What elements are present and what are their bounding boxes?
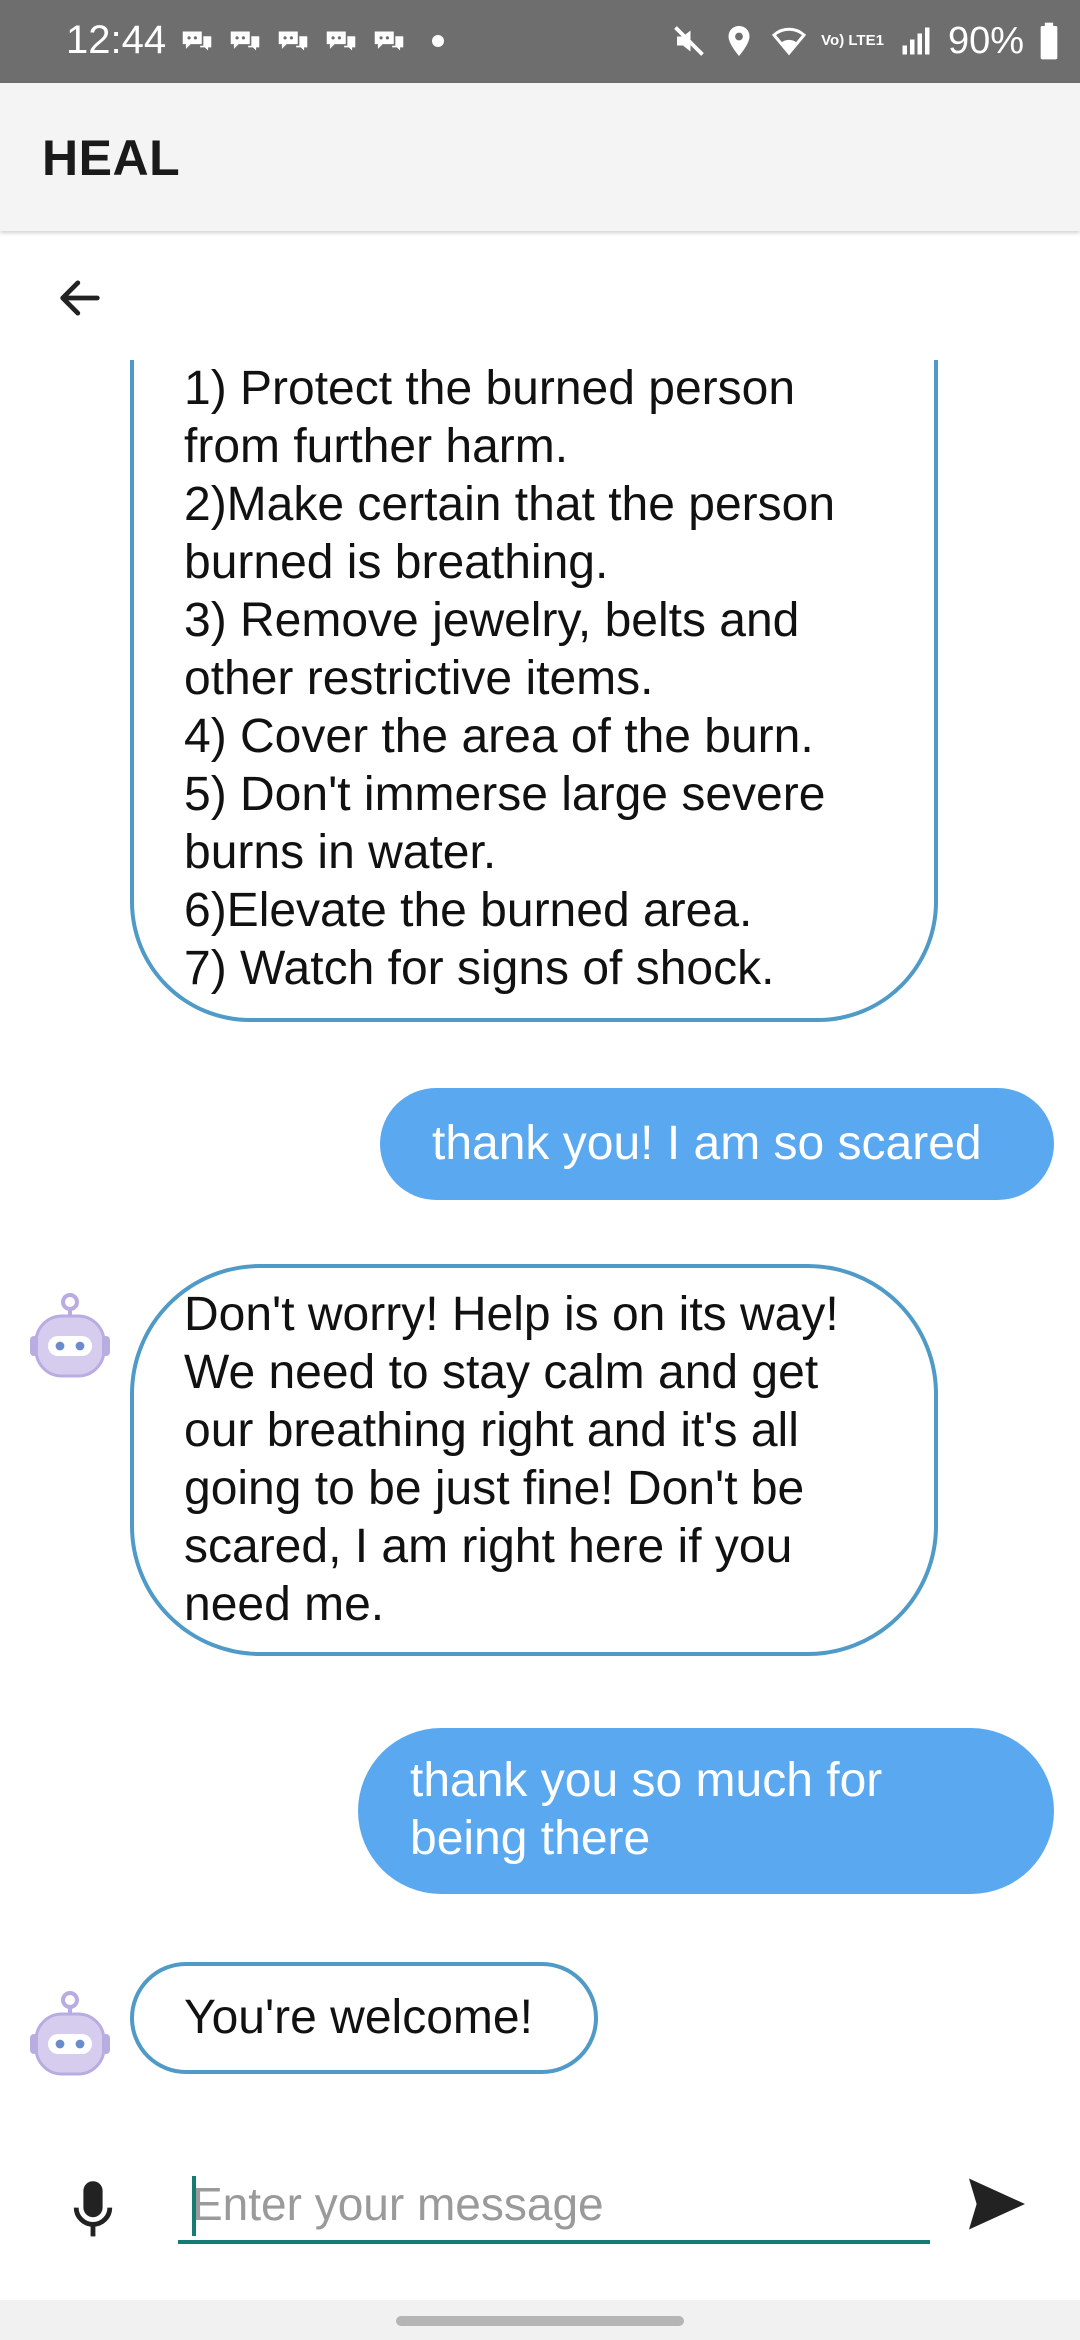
signal-icon	[902, 27, 930, 55]
text-cursor	[192, 2176, 196, 2236]
volte-indicator: Vo) LTE1	[821, 32, 884, 49]
message-line: 7) Watch for signs of shock.	[184, 942, 775, 995]
microphone-icon[interactable]	[64, 2174, 122, 2246]
message-text: You're welcome!	[184, 1991, 533, 2044]
message-text: Don't worry! Help is on its way! We need…	[184, 1288, 839, 1631]
bot-avatar-icon	[30, 1293, 110, 1378]
notification-icons	[178, 22, 444, 60]
chat-notification-icon	[374, 31, 404, 51]
message-text: thank you so much for being there	[410, 1754, 883, 1865]
bot-message-bubble: You're welcome!	[130, 1962, 598, 2074]
message-line: 5) Don't immerse large severe	[184, 768, 826, 821]
back-button[interactable]	[40, 258, 120, 338]
chat-notification-icon	[278, 31, 308, 51]
bot-message-bubble: 1) Protect the burned person from furthe…	[130, 360, 938, 1022]
user-message-bubble: thank you so much for being there	[358, 1728, 1054, 1894]
more-notifications-dot	[432, 35, 444, 47]
wifi-icon	[772, 27, 807, 56]
message-line: 4) Cover the area of the burn.	[184, 710, 814, 763]
message-line: 3) Remove jewelry, belts and	[184, 594, 800, 647]
arrow-left-icon	[60, 280, 100, 316]
message-line: burns in water.	[184, 826, 497, 879]
message-line: other restrictive items.	[184, 652, 654, 705]
user-message-bubble: thank you! I am so scared	[380, 1088, 1054, 1200]
location-icon	[728, 26, 750, 56]
message-text: thank you! I am so scared	[432, 1117, 982, 1170]
message-line: burned is breathing.	[184, 536, 609, 589]
chat-notification-icon	[230, 31, 260, 51]
message-line: from further harm.	[184, 420, 569, 473]
message-line: 1) Protect the burned person	[184, 362, 796, 415]
chat-notification-icon	[182, 31, 212, 51]
app-title: HEAL	[42, 130, 181, 186]
message-composer	[0, 2140, 1080, 2300]
app-bar: HEAL	[0, 83, 1080, 231]
bot-message-bubble: Don't worry! Help is on its way! We need…	[130, 1264, 938, 1656]
system-nav-bar	[0, 2300, 1080, 2340]
bot-avatar-icon	[30, 1991, 110, 2076]
battery-percent: 90%	[947, 20, 1024, 62]
message-line: 6)Elevate the burned area.	[184, 884, 753, 937]
message-input[interactable]	[178, 2168, 930, 2244]
status-right: Vo) LTE1 90%	[671, 18, 1060, 64]
message-line: 2)Make certain that the person	[184, 478, 836, 531]
chat-list[interactable]: 1) Protect the burned person from furthe…	[0, 360, 1080, 2120]
status-bar: 12:44 Vo) LTE1 90%	[0, 0, 1080, 83]
mute-icon	[674, 26, 704, 56]
chat-notification-icon	[326, 31, 356, 51]
status-time: 12:44	[66, 18, 167, 62]
battery-icon	[1040, 22, 1058, 60]
home-indicator[interactable]	[396, 2316, 684, 2326]
send-icon[interactable]	[966, 2176, 1028, 2232]
